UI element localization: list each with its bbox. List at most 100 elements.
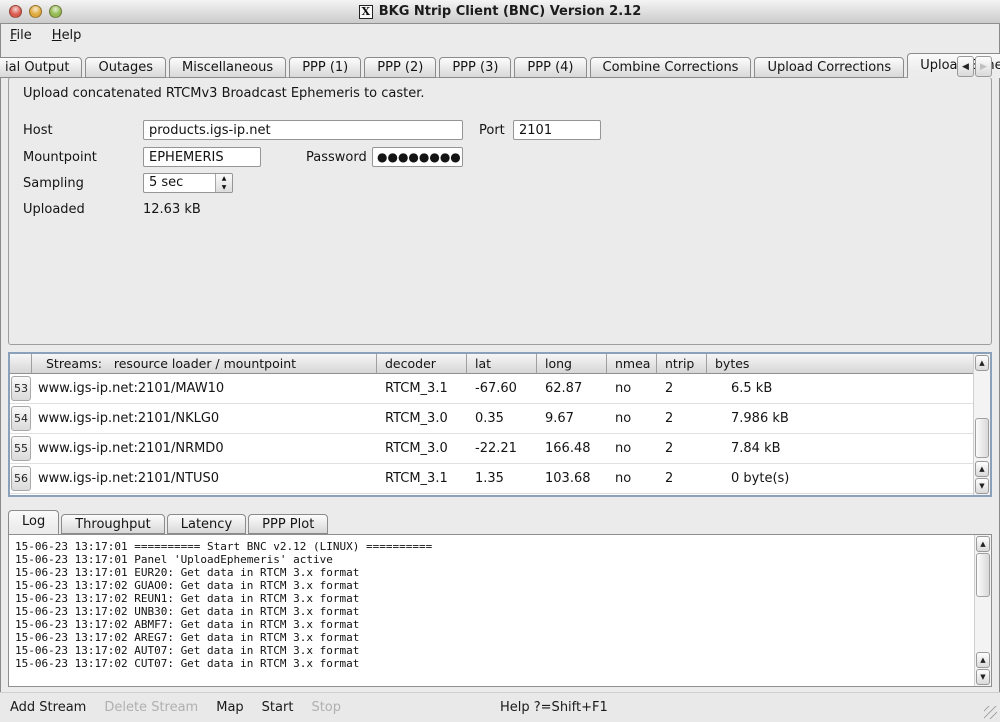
table-scrollbar-thumb[interactable] bbox=[975, 418, 989, 458]
port-input[interactable] bbox=[513, 120, 601, 140]
uploaded-value: 12.63 kB bbox=[143, 202, 201, 217]
sampling-label: Sampling bbox=[23, 176, 84, 191]
start-button[interactable]: Start bbox=[262, 700, 294, 715]
column-header-streams[interactable]: Streams: resource loader / mountpoint bbox=[32, 354, 377, 374]
tab-miscellaneous[interactable]: Miscellaneous bbox=[169, 57, 286, 78]
down-arrow-icon: ▼ bbox=[979, 482, 984, 490]
up-arrow-icon: ▲ bbox=[979, 465, 984, 473]
log-line: 15-06-23 13:17:01 EUR20: Get data in RTC… bbox=[15, 566, 972, 579]
main-tabs: ial OutputOutagesMiscellaneousPPP (1)PPP… bbox=[0, 53, 1000, 78]
host-input[interactable] bbox=[143, 120, 463, 140]
column-header-long[interactable]: long bbox=[537, 354, 607, 374]
log-line: 15-06-23 13:17:02 CUT07: Get data in RTC… bbox=[15, 657, 972, 670]
log-line: 15-06-23 13:17:02 ABMF7: Get data in RTC… bbox=[15, 618, 972, 631]
column-header-decoder[interactable]: decoder bbox=[377, 354, 467, 374]
row-number[interactable]: 53 bbox=[11, 376, 31, 401]
mountpoint-label: Mountpoint bbox=[23, 150, 97, 165]
spin-up-button[interactable]: ▲ bbox=[216, 174, 232, 183]
menu-help[interactable]: Help bbox=[42, 25, 92, 47]
cell-ntrip: 2 bbox=[657, 434, 707, 463]
cell-nmea: no bbox=[607, 434, 657, 463]
log-pane: 15-06-23 13:17:01 ========== Start BNC v… bbox=[8, 534, 992, 687]
add-stream-button[interactable]: Add Stream bbox=[10, 700, 86, 715]
cell-nmea: no bbox=[607, 404, 657, 433]
tab-scroll-buttons: ◀ ▶ bbox=[957, 56, 992, 77]
uploaded-label: Uploaded bbox=[23, 202, 85, 217]
table-row: 55www.igs-ip.net:2101/NRMD0RTCM_3.0-22.2… bbox=[10, 434, 973, 464]
title-bar[interactable]: X BKG Ntrip Client (BNC) Version 2.12 bbox=[0, 0, 1000, 24]
host-label: Host bbox=[23, 123, 53, 138]
column-header-lat[interactable]: lat bbox=[467, 354, 537, 374]
help-shortcut-text: Help ?=Shift+F1 bbox=[500, 700, 608, 715]
table-scroll-up-button[interactable]: ▲ bbox=[975, 355, 989, 371]
tab-outages[interactable]: Outages bbox=[85, 57, 166, 78]
tab-ppp-1[interactable]: PPP (1) bbox=[289, 57, 361, 78]
log-tabs: LogThroughputLatencyPPP Plot bbox=[8, 510, 330, 534]
stop-button[interactable]: Stop bbox=[311, 700, 341, 715]
sampling-value: 5 sec bbox=[144, 174, 215, 192]
menu-file[interactable]: File bbox=[0, 25, 42, 47]
cell-long: 9.67 bbox=[537, 404, 607, 433]
log-scroll-down-button[interactable]: ▼ bbox=[976, 669, 990, 685]
cell-decoder: RTCM_3.0 bbox=[377, 404, 467, 433]
streams-table: Streams: resource loader / mountpointdec… bbox=[8, 352, 992, 497]
tab-ppp-plot[interactable]: PPP Plot bbox=[248, 514, 328, 534]
title-wrap: X BKG Ntrip Client (BNC) Version 2.12 bbox=[0, 0, 1000, 23]
tab-ppp-3[interactable]: PPP (3) bbox=[439, 57, 511, 78]
cell-nmea: no bbox=[607, 464, 657, 493]
tab-combine-corrections[interactable]: Combine Corrections bbox=[590, 57, 752, 78]
tab-throughput[interactable]: Throughput bbox=[61, 514, 165, 534]
log-content[interactable]: 15-06-23 13:17:01 ========== Start BNC v… bbox=[9, 535, 974, 686]
password-label: Password bbox=[306, 150, 367, 165]
delete-stream-button[interactable]: Delete Stream bbox=[104, 700, 198, 715]
log-scroll-up-button[interactable]: ▲ bbox=[976, 536, 990, 552]
table-corner-cell bbox=[10, 354, 32, 374]
log-tab-bar: LogThroughputLatencyPPP Plot bbox=[8, 510, 330, 534]
tab-scroll-left-button[interactable]: ◀ bbox=[957, 56, 974, 77]
window-title: BKG Ntrip Client (BNC) Version 2.12 bbox=[379, 4, 642, 19]
tab-scroll-right-button[interactable]: ▶ bbox=[975, 56, 992, 77]
up-arrow-icon: ▲ bbox=[980, 540, 985, 548]
column-header-nmea[interactable]: nmea bbox=[607, 354, 657, 374]
streams-table-main: Streams: resource loader / mountpointdec… bbox=[10, 354, 973, 495]
password-input[interactable]: ●●●●●●●● bbox=[372, 147, 463, 167]
cell-bytes: 0 byte(s) bbox=[707, 464, 973, 493]
log-scrollbar-thumb[interactable] bbox=[976, 553, 990, 597]
cell-mountpoint: www.igs-ip.net:2101/MAW10 bbox=[32, 374, 377, 403]
up-arrow-icon: ▲ bbox=[980, 656, 985, 664]
spin-down-button[interactable]: ▼ bbox=[216, 183, 232, 192]
sampling-spinbox[interactable]: 5 sec ▲ ▼ bbox=[143, 173, 233, 193]
tab-upload-corrections[interactable]: Upload Corrections bbox=[754, 57, 904, 78]
log-line: 15-06-23 13:17:02 AUT07: Get data in RTC… bbox=[15, 644, 972, 657]
cell-bytes: 7.84 kB bbox=[707, 434, 973, 463]
sampling-spinner: ▲ ▼ bbox=[215, 174, 232, 192]
table-scroll-up-button-2[interactable]: ▲ bbox=[975, 461, 989, 477]
tab-ial-output[interactable]: ial Output bbox=[0, 57, 82, 78]
cell-bytes: 6.5 kB bbox=[707, 374, 973, 403]
map-button[interactable]: Map bbox=[216, 700, 243, 715]
upload-ephemeris-panel: Upload concatenated RTCMv3 Broadcast Eph… bbox=[8, 77, 992, 345]
tab-latency[interactable]: Latency bbox=[167, 514, 246, 534]
column-header-bytes[interactable]: bytes bbox=[707, 354, 973, 374]
tab-ppp-2[interactable]: PPP (2) bbox=[364, 57, 436, 78]
log-scrollbar[interactable]: ▲ ▲ ▼ bbox=[974, 535, 991, 686]
cell-lat: 0.35 bbox=[467, 404, 537, 433]
tab-ppp-4[interactable]: PPP (4) bbox=[514, 57, 586, 78]
table-row: 53www.igs-ip.net:2101/MAW10RTCM_3.1-67.6… bbox=[10, 374, 973, 404]
table-scroll-down-button[interactable]: ▼ bbox=[975, 478, 989, 494]
row-number[interactable]: 55 bbox=[11, 436, 31, 461]
mountpoint-input[interactable] bbox=[143, 147, 261, 167]
table-row: 54www.igs-ip.net:2101/NKLG0RTCM_3.00.359… bbox=[10, 404, 973, 434]
toolbar-buttons: Add Stream Delete Stream Map Start Stop bbox=[0, 700, 341, 715]
resize-grip[interactable] bbox=[984, 706, 997, 719]
log-line: 15-06-23 13:17:02 REUN1: Get data in RTC… bbox=[15, 592, 972, 605]
row-number[interactable]: 54 bbox=[11, 406, 31, 431]
table-scrollbar[interactable]: ▲ ▲ ▼ bbox=[973, 354, 990, 495]
row-number[interactable]: 56 bbox=[11, 466, 31, 491]
main-tab-bar: ial OutputOutagesMiscellaneousPPP (1)PPP… bbox=[0, 53, 1000, 78]
port-label: Port bbox=[479, 123, 505, 138]
tab-log[interactable]: Log bbox=[8, 510, 59, 534]
log-scroll-up-button-2[interactable]: ▲ bbox=[976, 652, 990, 668]
column-header-ntrip[interactable]: ntrip bbox=[657, 354, 707, 374]
left-arrow-icon: ◀ bbox=[962, 62, 969, 72]
